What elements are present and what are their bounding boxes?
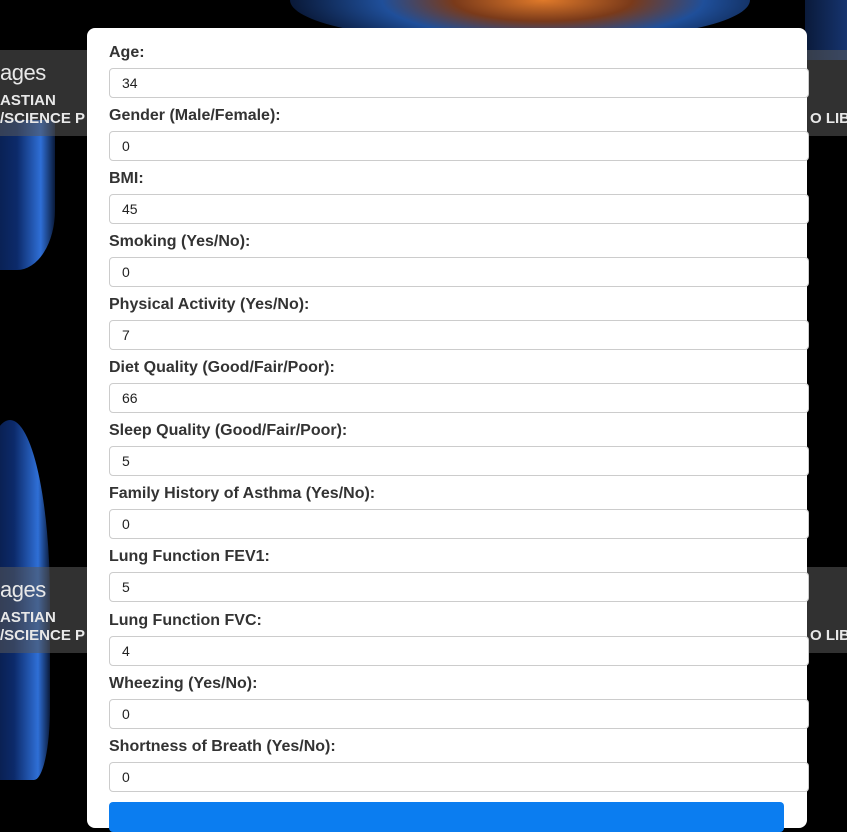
fev1-field: Lung Function FEV1: [109, 546, 809, 602]
diet-quality-input[interactable] [109, 383, 809, 413]
family-history-field: Family History of Asthma (Yes/No): [109, 483, 809, 539]
shortness-of-breath-input[interactable] [109, 762, 809, 792]
shortness-of-breath-label: Shortness of Breath (Yes/No): [109, 738, 336, 755]
gender-label: Gender (Male/Female): [109, 107, 281, 124]
gender-field: Gender (Male/Female): [109, 105, 809, 161]
family-history-label: Family History of Asthma (Yes/No): [109, 485, 376, 502]
fev1-label: Lung Function FEV1: [109, 548, 270, 565]
watermark-line2: /SCIENCE P [0, 627, 86, 644]
watermark-line1: ASTIAN [0, 92, 56, 109]
bmi-input[interactable] [109, 194, 809, 224]
watermark-line1: ASTIAN [0, 609, 56, 626]
arm-silhouette-decoration [0, 120, 55, 270]
sleep-quality-input[interactable] [109, 446, 809, 476]
wheezing-input[interactable] [109, 699, 809, 729]
physical-activity-input[interactable] [109, 320, 809, 350]
watermark-right: O LIB [810, 110, 847, 127]
age-field: Age: [109, 42, 809, 98]
fvc-input[interactable] [109, 636, 809, 666]
fvc-field: Lung Function FVC: [109, 610, 809, 666]
smoking-label: Smoking (Yes/No): [109, 233, 251, 250]
sleep-quality-label: Sleep Quality (Good/Fair/Poor): [109, 422, 348, 439]
submit-button[interactable] [109, 802, 784, 832]
watermark-right: O LIB [810, 627, 847, 644]
watermark-line2: /SCIENCE P [0, 110, 86, 127]
age-input[interactable] [109, 68, 809, 98]
diet-quality-label: Diet Quality (Good/Fair/Poor): [109, 359, 335, 376]
watermark-brand: ages [0, 60, 46, 85]
wheezing-field: Wheezing (Yes/No): [109, 673, 809, 729]
wheezing-label: Wheezing (Yes/No): [109, 675, 258, 692]
sleep-quality-field: Sleep Quality (Good/Fair/Poor): [109, 420, 809, 476]
bmi-field: BMI: [109, 168, 809, 224]
diet-quality-field: Diet Quality (Good/Fair/Poor): [109, 357, 809, 413]
family-history-input[interactable] [109, 509, 809, 539]
bmi-label: BMI: [109, 170, 144, 187]
shortness-of-breath-field: Shortness of Breath (Yes/No): [109, 736, 809, 792]
fvc-label: Lung Function FVC: [109, 612, 262, 629]
physical-activity-label: Physical Activity (Yes/No): [109, 296, 310, 313]
prediction-form-card: Age: Gender (Male/Female): BMI: Smoking … [87, 28, 809, 832]
gender-input[interactable] [109, 131, 809, 161]
age-label: Age: [109, 44, 145, 61]
physical-activity-field: Physical Activity (Yes/No): [109, 294, 809, 350]
fev1-input[interactable] [109, 572, 809, 602]
smoking-input[interactable] [109, 257, 809, 287]
watermark-brand: ages [0, 577, 46, 602]
smoking-field: Smoking (Yes/No): [109, 231, 809, 287]
